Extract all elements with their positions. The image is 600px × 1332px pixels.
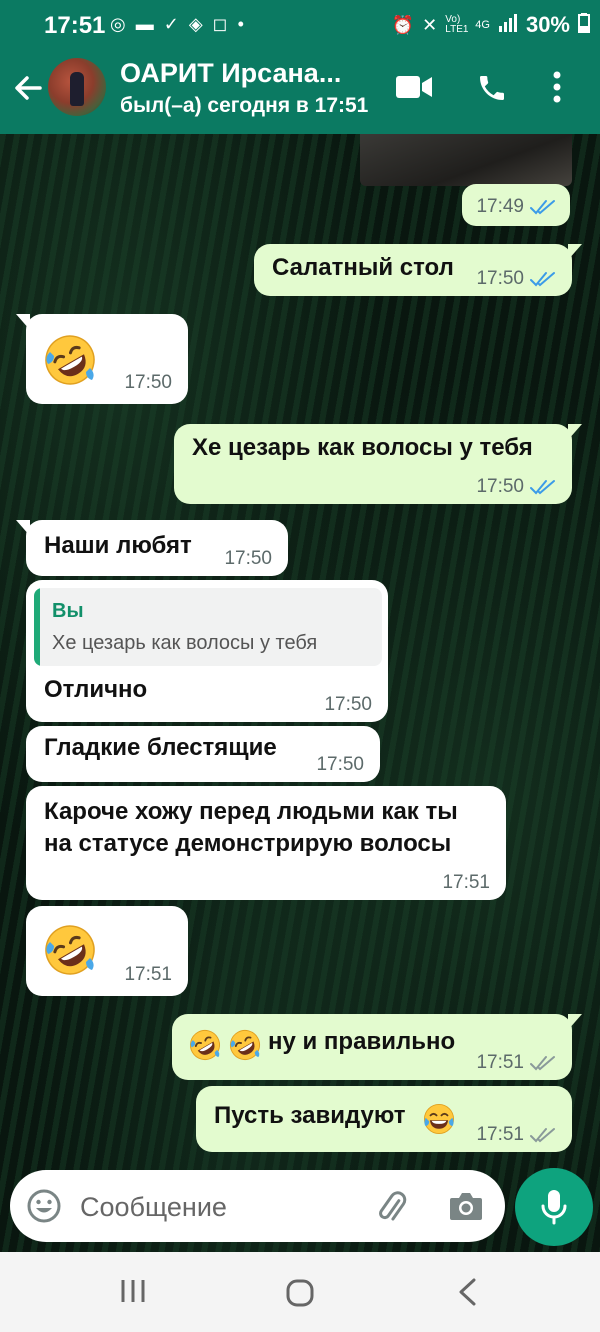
message-time: 17:50	[316, 754, 364, 775]
rofl-emoji-icon	[188, 1028, 222, 1062]
instagram-icon: ◻	[212, 14, 228, 34]
rofl-emoji-icon	[42, 922, 98, 978]
message-time: 17:49	[476, 196, 524, 217]
notification-icons: ◎ ▬ ✓ ◈ ◻ •	[110, 14, 244, 35]
media-message-partial[interactable]	[360, 134, 572, 186]
message-time: 17:50	[476, 476, 524, 497]
alarm-icon: ⏰	[391, 14, 415, 35]
mute-icon: ✕	[422, 14, 438, 35]
message-text-line-2: на статусе демонстрирую волосы	[44, 830, 452, 857]
battery-percent: 30%	[525, 12, 570, 37]
message-text: Пусть завидуют	[214, 1102, 406, 1129]
quoted-message[interactable]: Вы Хе цезарь как волосы у тебя	[34, 588, 382, 666]
network-label: 4G	[475, 19, 490, 31]
contact-name[interactable]: ОАРИТ Ирсана...	[120, 58, 341, 89]
whatsapp-icon: ◎	[110, 14, 126, 34]
home-icon[interactable]	[285, 1278, 315, 1313]
voice-message-button[interactable]	[515, 1168, 593, 1246]
message-bubble-incoming[interactable]: 17:50	[16, 314, 188, 404]
volte-label: Vo) LTE1	[445, 14, 469, 35]
message-icon: ▬	[135, 14, 154, 34]
attach-icon[interactable]	[372, 1188, 412, 1233]
message-text: Хе цезарь как волосы у тебя	[192, 434, 533, 461]
message-text: Салатный стол	[272, 254, 454, 281]
chat-area[interactable]: 17:49 Салатный стол 17:50 17:50 Хе цезар…	[0, 134, 600, 1252]
message-bubble-outgoing[interactable]: 17:49	[462, 184, 570, 226]
back-nav-icon[interactable]	[456, 1278, 480, 1311]
system-icons: ⏰ ✕ Vo) LTE1 4G 30%	[392, 12, 590, 38]
video-call-icon[interactable]	[396, 74, 432, 105]
rofl-emoji-icon	[42, 332, 98, 388]
message-bubble-outgoing[interactable]: ну и правильно 17:51	[172, 1014, 582, 1080]
message-composer: Сообщение	[10, 1170, 505, 1242]
message-time: 17:51	[476, 1124, 524, 1145]
chat-header: ОАРИТ Ирсана... был(–а) сегодня в 17:51	[0, 52, 600, 134]
message-text: ну и правильно	[268, 1028, 456, 1055]
delivered-ticks-icon	[530, 1055, 556, 1071]
message-bubble-incoming[interactable]: Гладкие блестящие 17:50	[26, 726, 380, 782]
message-bubble-incoming-reply[interactable]: Вы Хе цезарь как волосы у тебя Отлично 1…	[26, 580, 388, 722]
microphone-icon	[541, 1190, 567, 1225]
message-time: 17:50	[476, 268, 524, 289]
message-time: 17:51	[442, 872, 490, 893]
message-bubble-incoming[interactable]: Кароче хожу перед людьми как ты на стату…	[26, 786, 506, 900]
message-time: 17:50	[324, 694, 372, 715]
contact-avatar[interactable]	[48, 58, 106, 116]
check-circle-icon: ✓	[163, 14, 179, 34]
message-bubble-incoming[interactable]: 17:51	[26, 906, 188, 996]
message-bubble-outgoing[interactable]: Хе цезарь как волосы у тебя 17:50	[174, 424, 582, 504]
signal-icon	[498, 13, 518, 37]
quote-text: Хе цезарь как волосы у тебя	[52, 632, 318, 654]
quote-author: Вы	[52, 600, 84, 622]
last-seen[interactable]: был(–а) сегодня в 17:51	[120, 94, 368, 118]
more-options-icon[interactable]	[552, 70, 562, 109]
status-time: 17:51	[44, 12, 106, 39]
message-bubble-incoming[interactable]: Наши любят 17:50	[16, 520, 288, 576]
status-bar: 17:51 ◎ ▬ ✓ ◈ ◻ • ⏰ ✕ Vo) LTE1 4G 30%	[0, 0, 600, 52]
camera-icon[interactable]	[448, 1190, 484, 1227]
delivered-ticks-icon	[530, 1127, 556, 1143]
message-text: Наши любят	[44, 532, 192, 559]
message-time: 17:51	[124, 964, 172, 985]
message-bubble-outgoing[interactable]: Пусть завидуют 17:51	[196, 1086, 572, 1152]
message-text: Гладкие блестящие	[44, 734, 277, 761]
battery-icon	[578, 12, 590, 38]
read-ticks-icon	[530, 479, 556, 495]
emoji-picker-icon[interactable]	[26, 1188, 62, 1229]
recent-apps-icon[interactable]	[120, 1278, 146, 1309]
read-ticks-icon	[530, 271, 556, 287]
message-time: 17:51	[476, 1052, 524, 1073]
box-icon: ◈	[188, 14, 203, 34]
message-bubble-outgoing[interactable]: Салатный стол 17:50	[254, 244, 582, 296]
message-text-line-1: Кароче хожу перед людьми как ты	[44, 798, 458, 825]
system-navigation-bar	[0, 1252, 600, 1332]
message-input[interactable]: Сообщение	[80, 1192, 227, 1223]
tears-of-joy-emoji-icon	[422, 1102, 456, 1136]
dot-icon: •	[237, 14, 244, 34]
message-text: Отлично	[44, 676, 148, 703]
phone-call-icon[interactable]	[476, 72, 508, 109]
quote-accent-bar	[34, 588, 40, 666]
message-time: 17:50	[124, 372, 172, 393]
message-time: 17:50	[224, 548, 272, 569]
read-ticks-icon	[530, 199, 556, 215]
rofl-emoji-icon	[228, 1028, 262, 1062]
back-arrow-icon[interactable]	[10, 70, 46, 106]
